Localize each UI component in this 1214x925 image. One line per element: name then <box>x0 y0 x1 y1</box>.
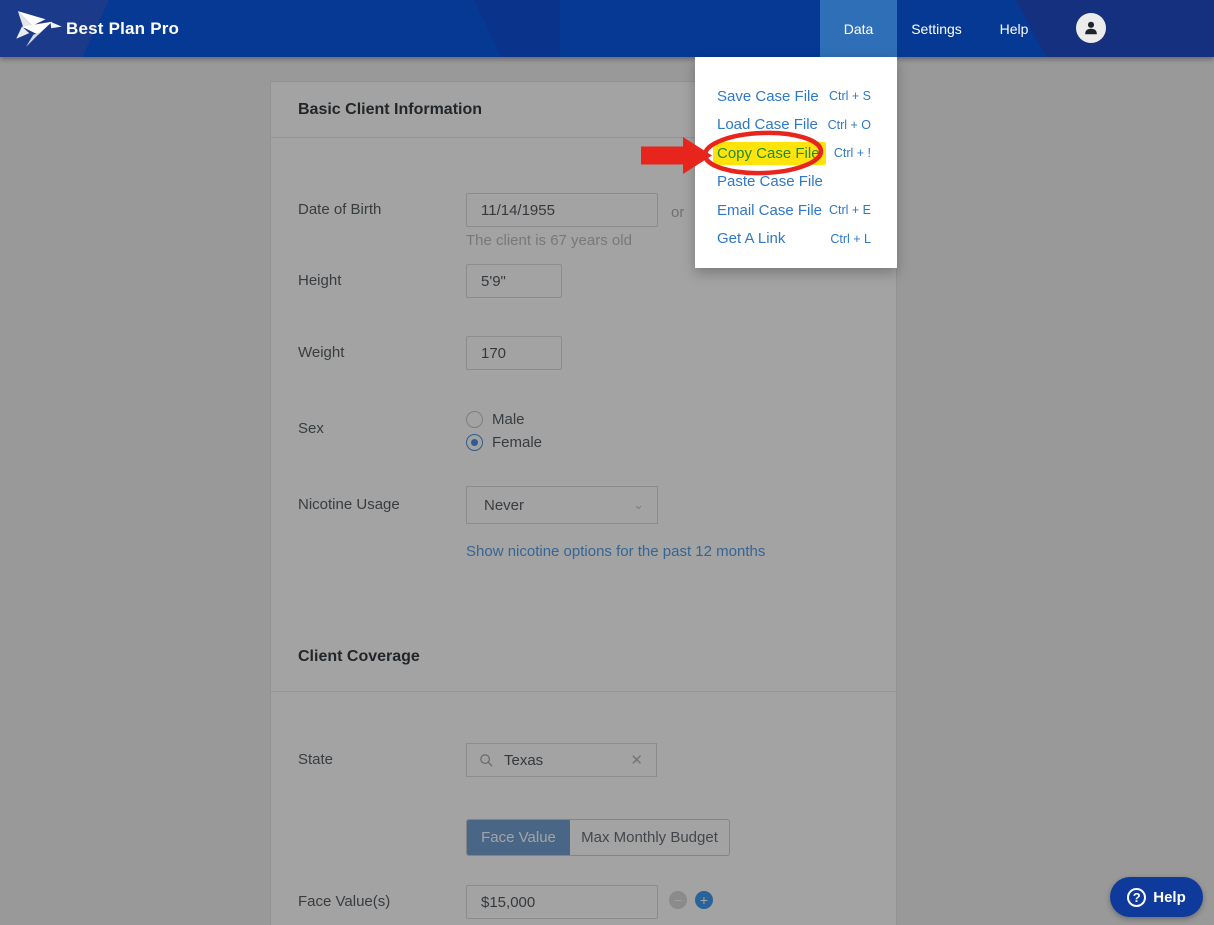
dim-overlay <box>0 57 1214 925</box>
top-nav: Data Settings Help <box>820 0 1052 57</box>
user-avatar[interactable] <box>1076 13 1106 43</box>
menu-item-label: Paste Case File <box>717 173 823 191</box>
person-icon <box>1085 21 1097 35</box>
menu-shortcut: Ctrl + ! <box>833 146 871 161</box>
menu-item-label: Save Case File <box>717 87 819 105</box>
question-mark-icon: ? <box>1127 887 1147 907</box>
nav-item-settings[interactable]: Settings <box>897 0 976 57</box>
menu-shortcut: Ctrl + S <box>828 89 871 104</box>
help-button[interactable]: ? Help <box>1110 877 1203 917</box>
red-arrow-annotation <box>641 137 712 174</box>
menu-item-paste-case-file[interactable]: Paste Case File <box>695 168 897 197</box>
menu-item-load-case-file[interactable]: Load Case File Ctrl + O <box>695 111 897 140</box>
nav-item-help[interactable]: Help <box>976 0 1052 57</box>
menu-item-label: Email Case File <box>717 201 823 219</box>
header-decoration <box>300 0 560 57</box>
menu-shortcut: Ctrl + L <box>830 231 871 246</box>
menu-item-email-case-file[interactable]: Email Case File Ctrl + E <box>695 196 897 225</box>
nav-item-data[interactable]: Data <box>820 0 897 57</box>
menu-item-label-highlighted: Copy Case File <box>713 141 826 165</box>
brand-title: Best Plan Pro <box>66 18 180 38</box>
menu-item-copy-case-file[interactable]: Copy Case File Ctrl + ! <box>695 139 897 168</box>
data-dropdown-menu: Save Case File Ctrl + S Load Case File C… <box>695 57 897 268</box>
menu-item-get-a-link[interactable]: Get A Link Ctrl + L <box>695 225 897 254</box>
menu-item-label: Load Case File <box>717 116 818 134</box>
menu-shortcut: Ctrl + O <box>827 117 871 132</box>
menu-shortcut: Ctrl + E <box>828 203 871 218</box>
menu-item-save-case-file[interactable]: Save Case File Ctrl + S <box>695 82 897 111</box>
menu-item-label: Get A Link <box>717 230 786 248</box>
app-header: Best Plan Pro Data Settings Help <box>0 0 1214 57</box>
help-button-label: Help <box>1153 888 1186 906</box>
bird-logo-icon <box>16 11 62 47</box>
